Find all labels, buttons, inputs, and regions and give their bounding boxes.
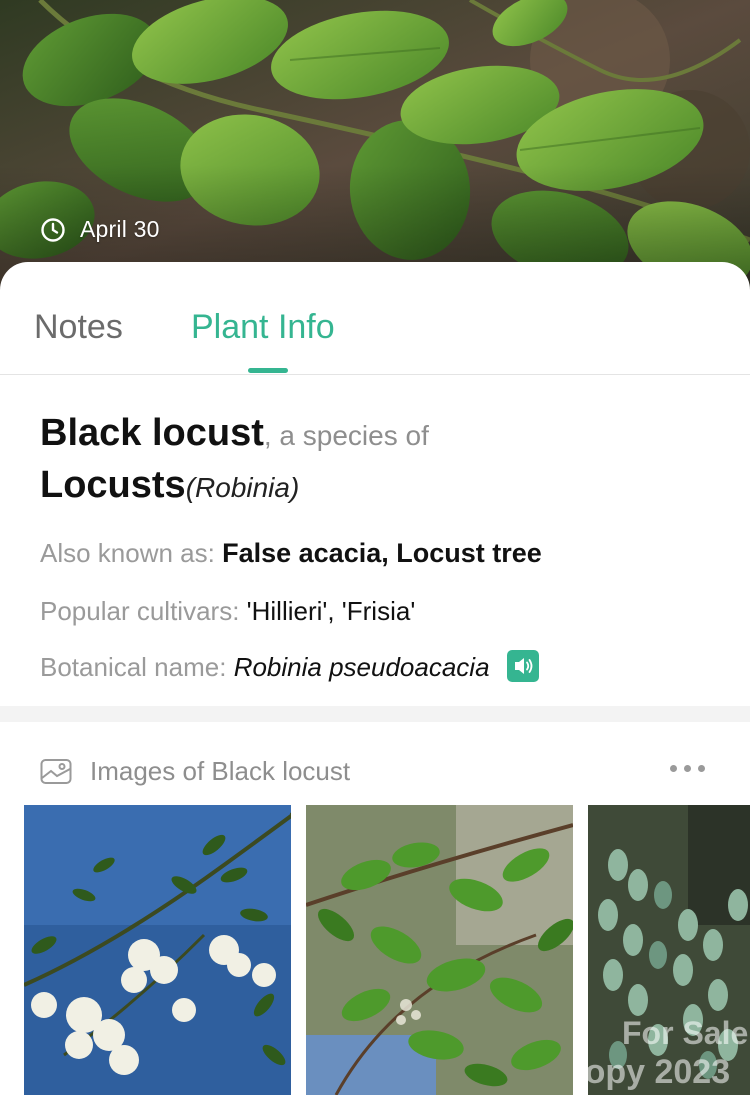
tab-notes[interactable]: Notes [34,308,123,347]
cultivars-value: 'Hillieri', 'Frisia' [246,596,416,626]
speaker-icon [514,658,533,675]
watermark-text-2: canopy 2023 [588,1053,731,1091]
plant-detail-sheet: Notes Plant Info Black locust, a species… [0,262,750,1109]
aka-label: Also known as: [40,538,215,568]
clock-icon [41,217,65,242]
botanical-label: Botanical name: [40,652,227,682]
plant-photo[interactable]: April 30 [0,0,750,300]
image-carousel[interactable]: For Sale canopy 2023 [0,805,750,1095]
species-connector: , a species of [263,420,429,451]
photo-date: April 30 [40,216,160,243]
genus-latin-name: (Robinia) [185,472,300,503]
plant-genus: Locusts(Robinia) [40,462,720,516]
flower-cluster-photo [24,805,291,1095]
plant-title: Black locust, a species of [40,410,720,464]
plant-image-thumbnail[interactable] [24,805,291,1095]
plant-info-section: Black locust, a species of Locusts(Robin… [40,410,720,683]
cultivars-row: Popular cultivars: 'Hillieri', 'Frisia' [40,596,415,627]
plant-image-thumbnail[interactable]: For Sale canopy 2023 [588,805,750,1095]
pronunciation-button[interactable] [506,650,539,683]
plant-common-name: Black locust [40,412,264,454]
watermark-text-1: For Sale [622,1015,749,1051]
images-heading-text: Images of Black locust [90,756,351,786]
tab-plant-info[interactable]: Plant Info [191,308,335,347]
botanical-value: Robinia pseudoacacia [233,652,490,682]
tab-bar: Notes Plant Info [0,262,750,375]
image-icon [40,758,72,784]
more-dots-icon[interactable] [668,762,708,776]
leaves-photo-illustration [0,0,750,300]
section-divider [0,706,750,722]
genus-common-name[interactable]: Locusts [40,464,186,506]
aka-row: Also known as: False acacia, Locust tree [40,538,542,569]
plant-image-thumbnail[interactable] [306,805,573,1095]
cultivars-label: Popular cultivars: [40,596,240,626]
photo-date-text: April 30 [80,216,160,242]
botanical-row: Botanical name: Robinia pseudoacacia [40,650,539,685]
green-leaves-photo [306,805,573,1095]
images-heading: Images of Black locust [40,756,350,787]
aka-value: False acacia, Locust tree [222,538,542,568]
active-tab-indicator [248,368,288,373]
